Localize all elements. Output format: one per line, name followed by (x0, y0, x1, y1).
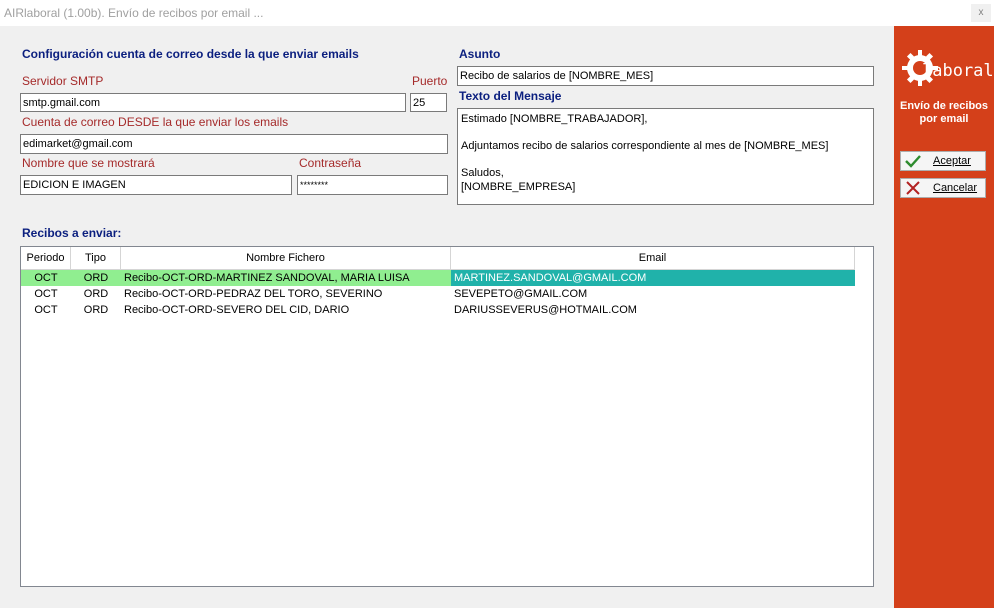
from-email-input[interactable]: edimarket@gmail.com (20, 134, 448, 154)
check-icon (905, 155, 921, 168)
accept-button[interactable]: Aceptar (900, 151, 986, 171)
sidebar-title: Envío de recibos por email (899, 100, 989, 125)
port-input[interactable]: 25 (410, 93, 447, 112)
x-icon (906, 181, 920, 195)
table-row[interactable]: OCT ORD Recibo-OCT-ORD-MARTINEZ SANDOVAL… (21, 270, 855, 286)
cell-tipo: ORD (71, 270, 121, 286)
cancel-label: Cancelar (933, 182, 978, 194)
logo-text: laboral (922, 61, 992, 81)
password-input[interactable]: ******** (297, 175, 448, 195)
close-button[interactable]: x (971, 4, 991, 22)
message-line (461, 127, 870, 141)
body-label: Texto del Mensaje (459, 89, 562, 103)
subject-input[interactable]: Recibo de salarios de [NOMBRE_MES] (457, 66, 874, 86)
from-email-label: Cuenta de correo DESDE la que enviar los… (22, 115, 289, 129)
cell-tipo: ORD (83, 288, 109, 300)
close-icon: x (978, 7, 984, 18)
display-name-label: Nombre que se mostrará (22, 156, 155, 170)
cell-periodo: OCT (34, 288, 58, 300)
cancel-button[interactable]: Cancelar (900, 178, 986, 198)
window-title: AIRlaboral (1.00b). Envío de recibos por… (4, 6, 264, 20)
display-name-input[interactable]: EDICION E IMAGEN (20, 175, 292, 195)
grid-header: Periodo Tipo Nombre Fichero Email (21, 247, 855, 270)
table-row[interactable]: OCT ORD Recibo-OCT-ORD-SEVERO DEL CID, D… (21, 302, 855, 318)
cell-email: DARIUSSEVERUS@HOTMAIL.COM (454, 304, 637, 316)
cell-tipo: ORD (83, 304, 109, 316)
cell-nombre-fichero: Recibo-OCT-ORD-MARTINEZ SANDOVAL, MARIA … (121, 270, 451, 286)
accept-label: Aceptar (933, 155, 971, 167)
column-header-email[interactable]: Email (451, 247, 855, 269)
table-row[interactable]: OCT ORD Recibo-OCT-ORD-PEDRAZ DEL TORO, … (21, 286, 855, 302)
message-line: Estimado [NOMBRE_TRABAJADOR], (461, 113, 648, 125)
message-body-textarea[interactable]: Estimado [NOMBRE_TRABAJADOR], Adjuntamos… (457, 108, 874, 205)
cell-email: MARTINEZ.SANDOVAL@GMAIL.COM (451, 270, 855, 286)
recibos-section-title: Recibos a enviar: (22, 226, 122, 240)
cell-periodo: OCT (21, 270, 71, 286)
recibos-grid[interactable]: Periodo Tipo Nombre Fichero Email OCT OR… (20, 246, 874, 587)
cell-periodo: OCT (34, 304, 58, 316)
gear-logo-icon: laboral (902, 50, 994, 86)
title-bar: AIRlaboral (1.00b). Envío de recibos por… (0, 0, 994, 26)
cell-nombre-fichero: Recibo-OCT-ORD-PEDRAZ DEL TORO, SEVERINO (124, 288, 383, 300)
smtp-server-input[interactable]: smtp.gmail.com (20, 93, 406, 112)
message-line: Saludos, (461, 167, 504, 179)
sidebar: laboral Envío de recibos por email Acept… (894, 26, 994, 608)
laboral-logo: laboral (900, 46, 994, 90)
smtp-label: Servidor SMTP (22, 74, 104, 88)
message-line: Adjuntamos recibo de salarios correspond… (461, 140, 829, 152)
password-label: Contraseña (299, 156, 362, 170)
subject-label: Asunto (459, 47, 501, 61)
column-header-nombre-fichero[interactable]: Nombre Fichero (121, 247, 451, 269)
cell-nombre-fichero: Recibo-OCT-ORD-SEVERO DEL CID, DARIO (124, 304, 350, 316)
message-line (461, 154, 870, 168)
config-section-title: Configuración cuenta de correo desde la … (22, 47, 359, 61)
message-line: [NOMBRE_EMPRESA] (461, 180, 576, 193)
column-header-periodo[interactable]: Periodo (21, 247, 71, 269)
column-header-tipo[interactable]: Tipo (71, 247, 121, 269)
port-label: Puerto (412, 74, 448, 88)
cell-email: SEVEPETO@GMAIL.COM (454, 288, 588, 300)
